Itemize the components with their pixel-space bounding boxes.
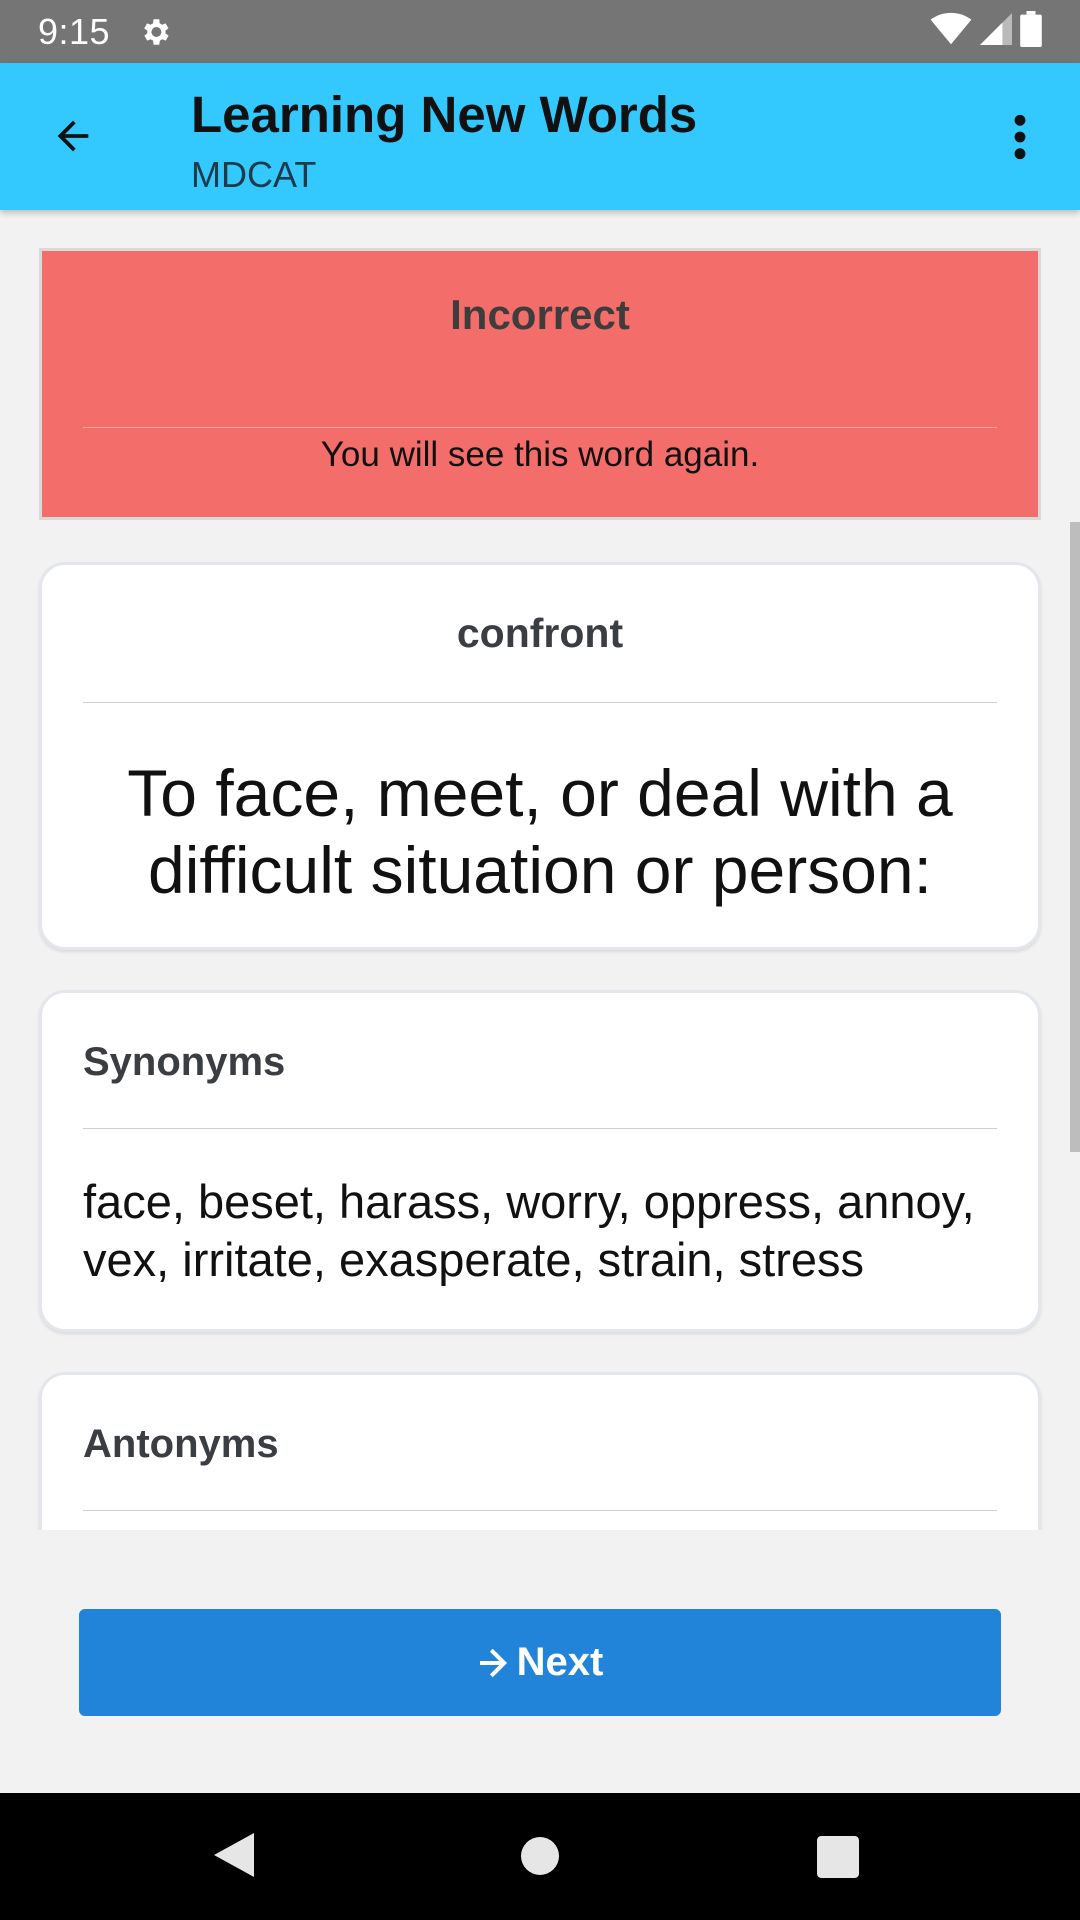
system-nav-bar [0,1793,1080,1920]
antonyms-divider [83,1510,997,1511]
signal-icon [980,12,1012,51]
antonyms-card: Antonyms [39,1372,1041,1530]
next-button-label: Next [516,1640,604,1684]
banner-message: You will see this word again. [320,435,760,474]
wifi-icon [930,12,972,51]
nav-back-icon[interactable] [212,1831,256,1884]
word-title: confront [456,610,624,656]
page-title: Learning New Words [191,86,698,143]
synonyms-divider [83,1128,997,1129]
back-arrow-icon[interactable] [40,103,106,169]
word-definition: To face, meet, or deal with a difficult … [127,756,953,907]
word-divider [83,702,997,703]
page-subtitle: MDCAT [191,154,317,195]
incorrect-banner: Incorrect You will see this word again. [39,248,1041,520]
nav-recents-icon[interactable] [817,1836,859,1883]
synonyms-heading: Synonyms [83,1040,286,1084]
antonyms-heading: Antonyms [83,1422,279,1466]
more-vert-icon[interactable] [990,107,1050,167]
battery-icon [1020,11,1042,52]
scrollbar[interactable] [1070,522,1080,1152]
synonyms-text: face, beset, harass, worry, oppress, ann… [83,1175,975,1286]
status-bar: 9:15 [0,0,1080,63]
gear-icon [138,14,174,50]
status-time: 9:15 [38,10,111,52]
nav-home-icon[interactable] [521,1837,559,1880]
banner-divider [83,427,997,428]
banner-title: Incorrect [450,291,630,338]
arrow-right-icon [477,1644,513,1682]
next-button[interactable]: Next [79,1609,1001,1716]
word-card: confront To face, meet, or deal with a d… [39,562,1041,950]
app-bar: Learning New Words MDCAT [0,63,1080,210]
content-scroll-area[interactable]: Incorrect You will see this word again. … [0,210,1080,1530]
synonyms-card: Synonyms face, beset, harass, worry, opp… [39,990,1041,1332]
status-icons [930,0,1042,63]
